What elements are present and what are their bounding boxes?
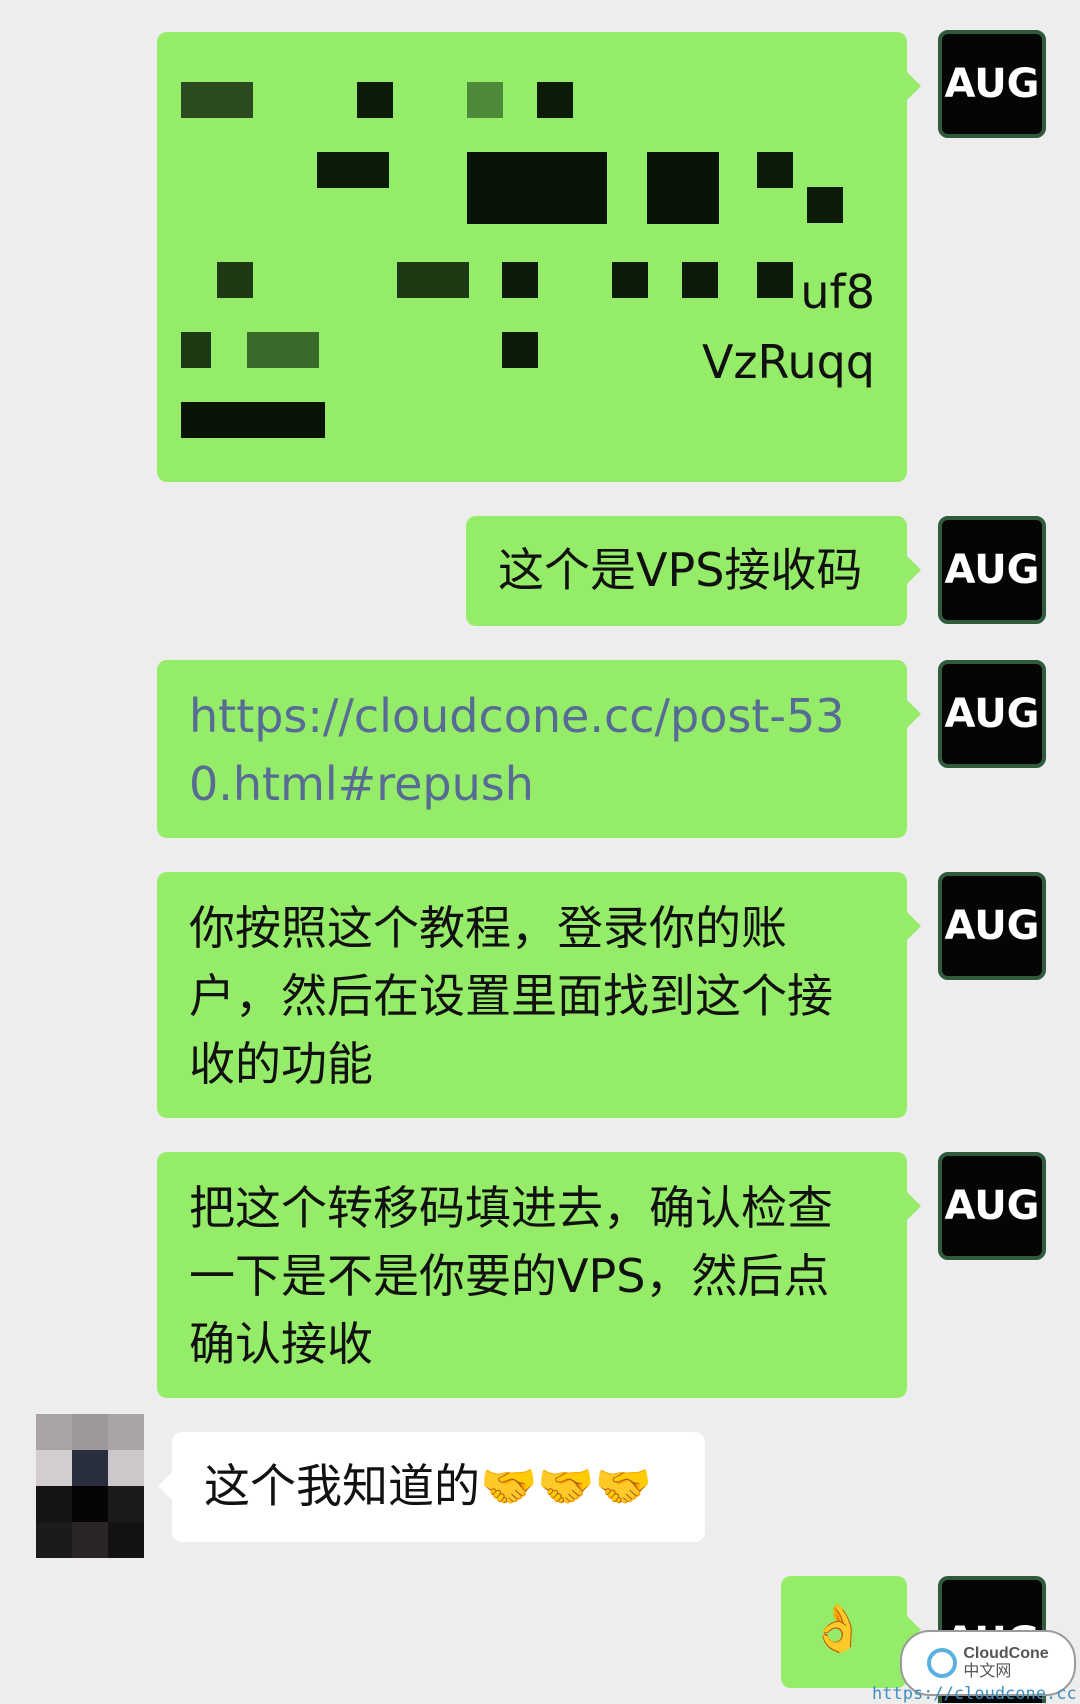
link-message-bubble[interactable]: https://cloudcone.cc/post-530.html#repus…: [157, 660, 921, 838]
my-avatar[interactable]: AUG: [938, 30, 1046, 138]
watermark-url: https://cloudcone.cc: [872, 1684, 1077, 1704]
message-bubble[interactable]: 把这个转移码填进去，确认检查一下是不是你要的VPS，然后点确认接收: [157, 1152, 921, 1398]
ok-hand-emoji: 👌: [809, 1601, 867, 1655]
pixelated-code: [157, 32, 907, 482]
avatar-label: AUG: [944, 61, 1040, 107]
message-bubble[interactable]: 你按照这个教程，登录你的账户，然后在设置里面找到这个接收的功能: [157, 872, 921, 1118]
contact-avatar[interactable]: [36, 1414, 144, 1558]
my-avatar[interactable]: AUG: [938, 660, 1046, 768]
avatar-label: AUG: [944, 1183, 1040, 1229]
code-message-bubble[interactable]: uf8 VzRuqq: [157, 32, 921, 482]
reply-text: 这个我知道的🤝🤝🤝: [204, 1459, 652, 1513]
my-avatar[interactable]: AUG: [938, 872, 1046, 980]
code-fragment-1: uf8: [800, 265, 875, 319]
reply-bubble[interactable]: 这个我知道的🤝🤝🤝: [158, 1432, 705, 1542]
code-fragment-2: VzRuqq: [701, 335, 875, 389]
my-avatar[interactable]: AUG: [938, 516, 1046, 624]
watermark-text: CloudCone 中文网: [963, 1645, 1048, 1681]
tutorial-link[interactable]: https://cloudcone.cc/post-530.html#repus…: [189, 689, 845, 811]
emoji-message-bubble[interactable]: 👌: [781, 1576, 921, 1688]
cloud-logo-icon: [927, 1648, 958, 1678]
watermark-subtitle: 中文网: [963, 1663, 1012, 1680]
avatar-label: AUG: [944, 547, 1040, 593]
avatar-label: AUG: [944, 903, 1040, 949]
avatar-label: AUG: [944, 691, 1040, 737]
watermark-brand: CloudCone: [963, 1645, 1049, 1662]
message-bubble[interactable]: 这个是VPS接收码: [466, 516, 921, 626]
my-avatar[interactable]: AUG: [938, 1152, 1046, 1260]
message-text: 你按照这个教程，登录你的账户，然后在设置里面找到这个接收的功能: [189, 901, 833, 1091]
message-text: 把这个转移码填进去，确认检查一下是不是你要的VPS，然后点确认接收: [189, 1181, 833, 1371]
message-text: 这个是VPS接收码: [498, 543, 863, 597]
